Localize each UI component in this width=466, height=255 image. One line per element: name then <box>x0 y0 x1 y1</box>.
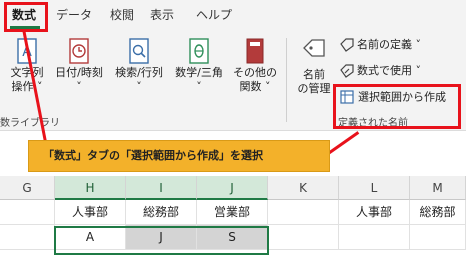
function-library-group-label: 数ライブラリ <box>0 118 60 129</box>
column-header-j[interactable]: J <box>197 176 268 200</box>
tab-data[interactable]: データ <box>56 7 92 23</box>
tab-view[interactable]: 表示 <box>150 7 174 23</box>
cell-i1[interactable]: 総務部 <box>126 200 197 225</box>
tag-small-icon <box>340 38 354 52</box>
math-functions-button[interactable]: 数学/三角 ˅ <box>170 38 228 94</box>
more-functions-button[interactable]: その他の 関数 ˅ <box>230 38 280 94</box>
create-from-selection-highlight <box>333 84 461 129</box>
math-functions-line1: 数学/三角 <box>175 66 223 79</box>
cell-m2[interactable] <box>410 225 466 250</box>
theta-icon <box>189 38 209 64</box>
datetime-functions-line1: 日付/時刻 <box>55 66 103 79</box>
column-header-m[interactable]: M <box>410 176 466 200</box>
datetime-functions-line2: ˅ <box>76 80 82 93</box>
cell-k1[interactable] <box>268 200 339 225</box>
clock-icon <box>69 38 89 64</box>
lookup-functions-line2: ˅ <box>136 80 142 93</box>
use-in-formula-button[interactable]: 数式で使用 ˅ <box>340 64 421 78</box>
cell-m1[interactable]: 総務部 <box>410 200 466 225</box>
book-icon <box>246 38 264 64</box>
selection-range <box>54 226 269 255</box>
cell-g2[interactable] <box>0 225 55 250</box>
define-name-button[interactable]: 名前の定義 ˅ <box>340 38 421 52</box>
ribbon-group-separator <box>286 38 287 122</box>
tag-formula-icon <box>340 64 354 78</box>
instruction-callout: 「数式」タブの「選択範囲から作成」を選択 <box>28 140 330 172</box>
name-manager-line2: の管理 <box>297 82 331 95</box>
lookup-functions-button[interactable]: 検索/行列 ˅ <box>110 38 168 94</box>
column-header-h[interactable]: H <box>55 176 126 200</box>
column-header-l[interactable]: L <box>339 176 410 200</box>
datetime-functions-button[interactable]: 日付/時刻 ˅ <box>52 38 106 94</box>
tab-review[interactable]: 校閲 <box>110 7 134 23</box>
formulas-tab-highlight <box>4 2 48 32</box>
tag-icon <box>303 39 325 57</box>
more-functions-line2: 関数 ˅ <box>239 80 271 93</box>
name-manager-line1: 名前 <box>303 68 325 81</box>
ribbon-tab-bar: 数式 データ 校閲 表示 ヘルプ <box>0 0 466 32</box>
column-header-k[interactable]: K <box>268 176 339 200</box>
text-functions-line1: 文字列 <box>10 66 44 79</box>
use-in-formula-label: 数式で使用 ˅ <box>357 64 421 77</box>
magnifier-icon <box>129 38 149 64</box>
define-name-label: 名前の定義 ˅ <box>357 38 421 51</box>
text-functions-line2: 操作 ˅ <box>11 80 43 93</box>
tab-help[interactable]: ヘルプ <box>196 7 232 23</box>
more-functions-line1: その他の <box>233 66 277 79</box>
lookup-functions-line1: 検索/行列 <box>115 66 163 79</box>
name-manager-button[interactable]: 名前 の管理 <box>294 38 334 96</box>
column-header-i[interactable]: I <box>126 176 197 200</box>
cell-h1[interactable]: 人事部 <box>55 200 126 225</box>
cell-l1[interactable]: 人事部 <box>339 200 410 225</box>
column-header-g[interactable]: G <box>0 176 55 200</box>
cell-k2[interactable] <box>268 225 339 250</box>
math-functions-line2: ˅ <box>196 80 202 93</box>
cell-l2[interactable] <box>339 225 410 250</box>
cell-g1[interactable] <box>0 200 55 225</box>
cell-j1[interactable]: 営業部 <box>197 200 268 225</box>
